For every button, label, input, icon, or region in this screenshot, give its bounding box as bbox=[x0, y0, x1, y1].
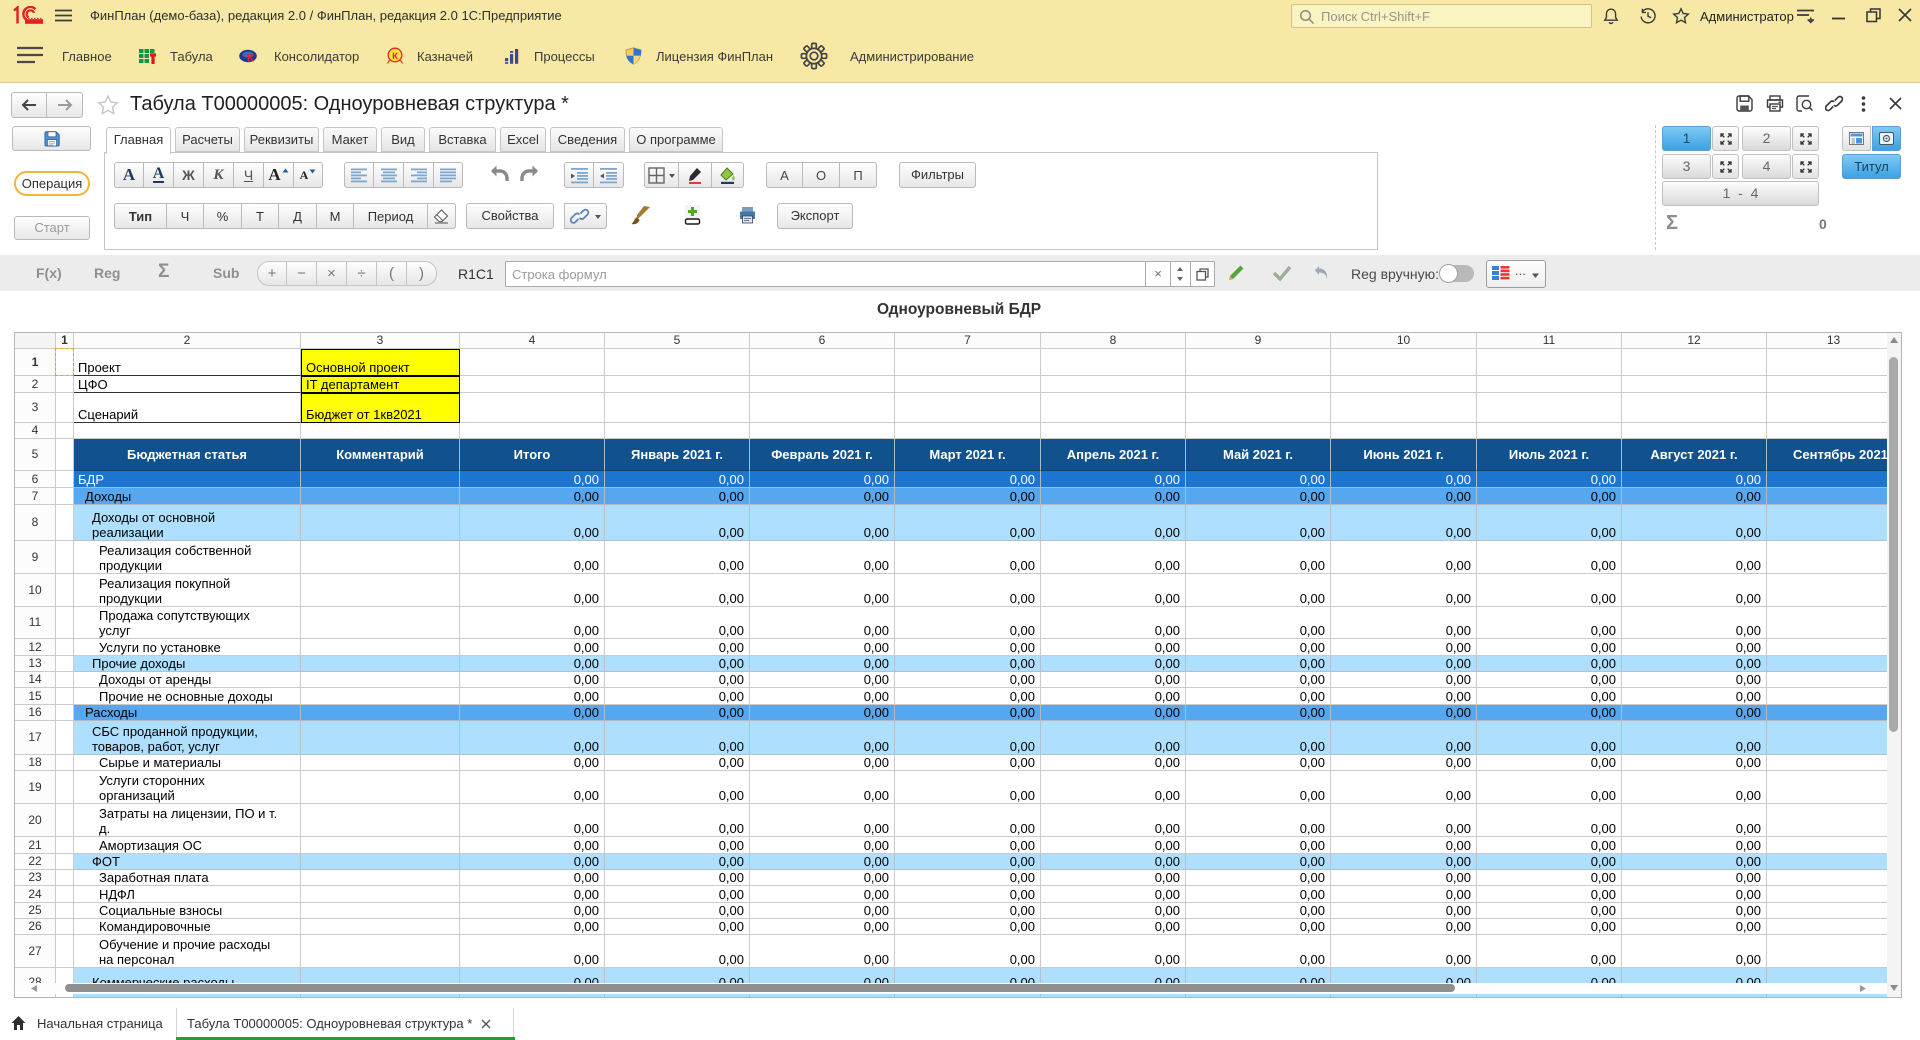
svg-text:К: К bbox=[392, 51, 398, 62]
svg-text:К: К bbox=[247, 53, 254, 65]
